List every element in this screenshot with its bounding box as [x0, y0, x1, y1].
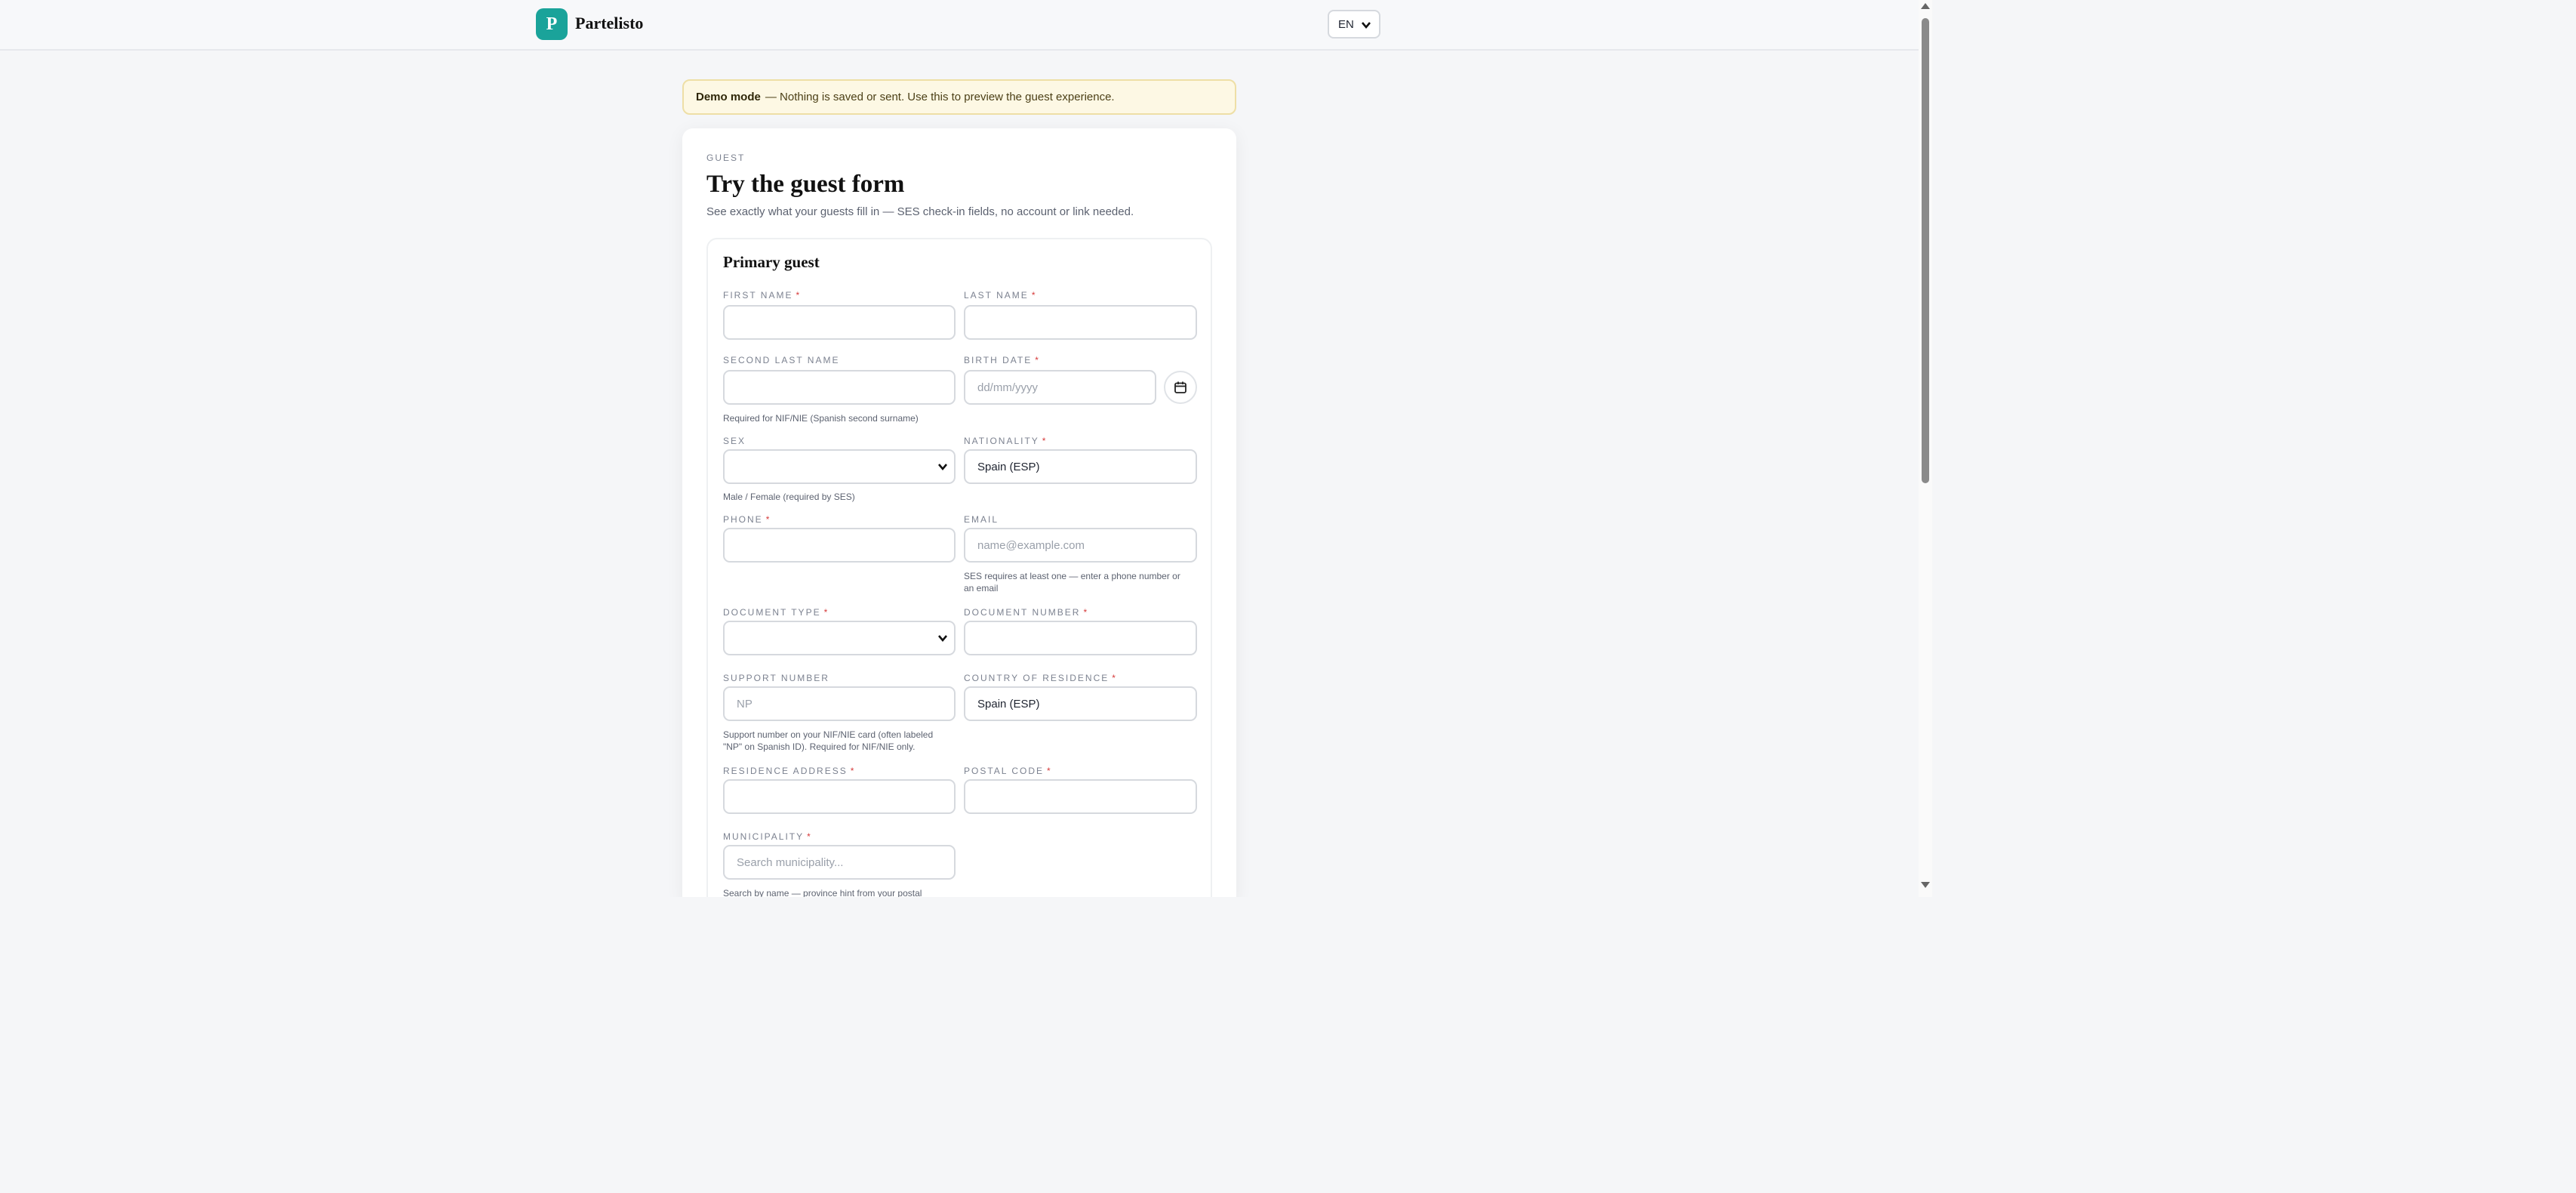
- scroll-thumb[interactable]: [1922, 18, 1929, 483]
- calendar-icon: [1174, 381, 1186, 393]
- demo-mode-label: Demo mode: [696, 91, 761, 103]
- sex-hint: Male / Female (required by SES): [723, 492, 855, 502]
- required-marker: *: [850, 766, 854, 776]
- required-marker: *: [1042, 436, 1046, 446]
- language-value: EN: [1338, 17, 1354, 31]
- nationality-field[interactable]: Spain (ESP): [964, 449, 1197, 484]
- required-marker: *: [765, 514, 770, 525]
- logo-icon[interactable]: P: [536, 8, 568, 40]
- phone-field[interactable]: [723, 528, 956, 563]
- required-marker: *: [1112, 673, 1116, 683]
- top-header: P Partelisto EN: [0, 0, 1919, 51]
- document-type-label: DOCUMENT TYPE *: [723, 607, 828, 618]
- postal-code-label: POSTAL CODE *: [964, 766, 1051, 776]
- last-name-field[interactable]: [964, 305, 1197, 340]
- demo-mode-text: — Nothing is saved or sent. Use this to …: [765, 91, 1115, 103]
- required-marker: *: [1047, 766, 1051, 776]
- second-last-name-field[interactable]: [723, 370, 956, 405]
- guest-form-card: GUEST Try the guest form See exactly wha…: [682, 128, 1236, 897]
- first-name-field[interactable]: [723, 305, 956, 340]
- document-number-field[interactable]: [964, 621, 1197, 655]
- card-eyebrow: GUEST: [706, 153, 746, 163]
- birth-date-label: BIRTH DATE *: [964, 355, 1039, 365]
- first-name-label: FIRST NAME *: [723, 290, 800, 301]
- postal-code-field[interactable]: [964, 779, 1197, 814]
- demo-mode-banner: Demo mode — Nothing is saved or sent. Us…: [682, 79, 1236, 115]
- page-viewport: P Partelisto EN Demo mode — Nothing is s…: [0, 0, 1932, 897]
- residence-address-label: RESIDENCE ADDRESS *: [723, 766, 854, 776]
- document-number-label: DOCUMENT NUMBER *: [964, 607, 1088, 618]
- sex-label: SEX: [723, 436, 746, 446]
- country-of-residence-field[interactable]: Spain (ESP): [964, 686, 1197, 721]
- nationality-label: NATIONALITY *: [964, 436, 1046, 446]
- support-number-label: SUPPORT NUMBER: [723, 673, 829, 683]
- municipality-hint: Search by name — province hint from your…: [723, 888, 922, 897]
- sex-select[interactable]: [723, 449, 956, 484]
- residence-address-field[interactable]: [723, 779, 956, 814]
- municipality-search-field[interactable]: Search municipality...: [723, 845, 956, 880]
- calendar-button[interactable]: [1164, 371, 1197, 404]
- required-marker: *: [796, 290, 800, 301]
- support-number-hint: Support number on your NIF/NIE card (oft…: [723, 729, 934, 752]
- email-hint: SES requires at least one — enter a phon…: [964, 571, 1180, 593]
- language-select[interactable]: EN: [1328, 10, 1380, 39]
- required-marker: *: [1031, 290, 1036, 301]
- second-last-name-label: SECOND LAST NAME: [723, 355, 840, 365]
- required-marker: *: [1035, 355, 1039, 365]
- required-marker: *: [1083, 607, 1088, 618]
- page-subtitle: See exactly what your guests fill in — S…: [706, 205, 1134, 218]
- phone-label: PHONE *: [723, 514, 770, 525]
- required-marker: *: [823, 607, 828, 618]
- email-field[interactable]: name@example.com: [964, 528, 1197, 563]
- section-title: Primary guest: [723, 253, 820, 271]
- document-type-select[interactable]: [723, 621, 956, 655]
- chevron-down-icon: [938, 635, 947, 643]
- support-number-field[interactable]: NP: [723, 686, 956, 721]
- scroll-down-arrow-icon[interactable]: [1921, 882, 1930, 888]
- chevron-down-icon: [938, 464, 947, 471]
- vertical-scrollbar[interactable]: [1919, 0, 1932, 897]
- second-last-name-hint: Required for NIF/NIE (Spanish second sur…: [723, 413, 919, 424]
- email-label: EMAIL: [964, 514, 999, 525]
- page-title: Try the guest form: [706, 171, 905, 198]
- chevron-down-icon: [1362, 22, 1371, 29]
- brand-name[interactable]: Partelisto: [575, 14, 643, 33]
- last-name-label: LAST NAME *: [964, 290, 1036, 301]
- scroll-up-arrow-icon[interactable]: [1921, 3, 1930, 9]
- municipality-label: MUNICIPALITY *: [723, 831, 811, 842]
- birth-date-field[interactable]: dd/mm/yyyy: [964, 370, 1156, 405]
- required-marker: *: [807, 831, 811, 842]
- country-of-residence-label: COUNTRY OF RESIDENCE *: [964, 673, 1116, 683]
- primary-guest-section: Primary guest FIRST NAME * LAST NAME * SEC…: [706, 238, 1212, 897]
